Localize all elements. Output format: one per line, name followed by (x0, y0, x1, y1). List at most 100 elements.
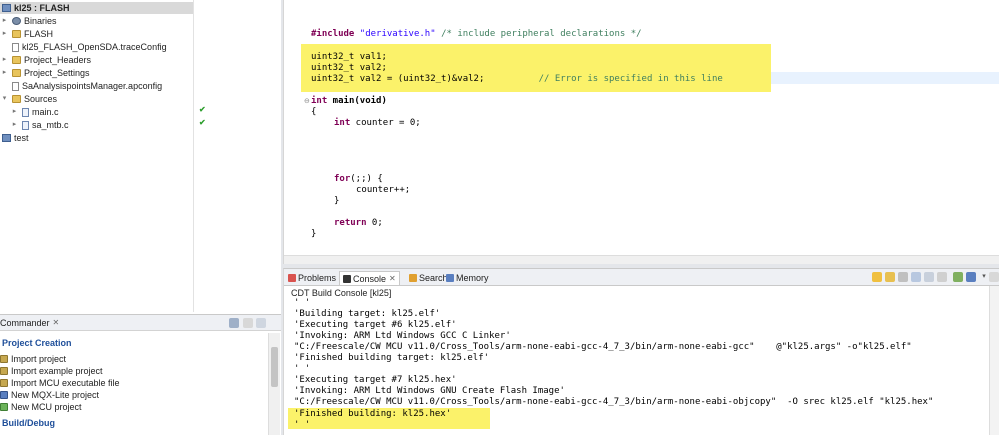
fold-toggle-icon[interactable]: ⊖ (304, 97, 310, 105)
folder-icon (12, 95, 21, 103)
code-line-main[interactable]: int main(void) (311, 95, 387, 107)
display-console-icon[interactable] (953, 272, 963, 282)
chevron-down-icon[interactable]: ▾ (0, 93, 9, 105)
commander-tool-icon[interactable] (229, 318, 239, 328)
tree-item-project-headers[interactable]: ▸ Project_Headers (0, 54, 91, 66)
tree-item-test[interactable]: test (0, 132, 29, 144)
tab-console[interactable]: Console ✕ (339, 271, 400, 285)
tree-item-sources[interactable]: ▾ Sources (0, 93, 57, 105)
tree-item-label: main.c (32, 107, 59, 117)
chevron-right-icon[interactable]: ▸ (0, 28, 9, 40)
minimize-icon[interactable] (989, 272, 999, 282)
console-line: ' ' (294, 364, 311, 374)
console-icon (343, 274, 351, 283)
commander-vertical-scrollbar[interactable] (268, 333, 280, 435)
tree-item-label: kl25_FLASH_OpenSDA.traceConfig (22, 42, 167, 52)
console-tabbar: Problems Console ✕ Search Memory ▾ (284, 269, 999, 286)
chevron-right-icon[interactable]: ▸ (0, 15, 9, 27)
code-line-include[interactable]: #include "derivative.h" /* include perip… (311, 28, 642, 40)
code-line-counter[interactable]: int counter = 0; (334, 117, 421, 129)
new-project-icon (0, 391, 8, 399)
word-wrap-icon[interactable] (924, 272, 934, 282)
folder-icon (12, 56, 21, 64)
section-project-creation[interactable]: Project Creation (2, 337, 72, 349)
open-console-icon[interactable] (966, 272, 976, 282)
code-line-close-brace[interactable]: } (311, 228, 316, 240)
console-vertical-scrollbar[interactable] (989, 286, 999, 435)
commander-view: Commander ✕ Project Creation Import proj… (0, 314, 281, 435)
tree-item-sa-mtb-c[interactable]: ▸ sa_mtb.c (0, 119, 69, 131)
console-line: 'Executing target #7 kl25.hex' (294, 375, 457, 385)
terminate-icon[interactable] (872, 272, 882, 282)
console-line: 'Invoking: ARM Ltd Windows GCC C Linker' (294, 331, 511, 341)
remove-launch-icon[interactable] (885, 272, 895, 282)
console-line: 'Finished building target: kl25.elf' (294, 353, 490, 363)
console-line: 'Finished building: kl25.hex' (294, 409, 452, 419)
scroll-lock-icon[interactable] (911, 272, 921, 282)
tree-item-traceconfig[interactable]: kl25_FLASH_OpenSDA.traceConfig (0, 41, 167, 53)
maximize-icon[interactable] (256, 318, 266, 328)
project-icon (2, 4, 11, 12)
tree-item-apconfig[interactable]: SaAnalysispointsManager.apconfig (0, 80, 162, 92)
console-view: Problems Console ✕ Search Memory ▾ CDT B… (283, 268, 999, 435)
section-build-debug[interactable]: Build/Debug (2, 417, 55, 429)
checkmark-icon: ✔ (199, 118, 206, 127)
tree-item-label: Project_Settings (24, 68, 90, 78)
tab-memory[interactable]: Memory (446, 271, 489, 285)
view-menu-icon[interactable]: ▾ (979, 272, 989, 282)
import-icon (0, 379, 8, 387)
console-line: 'Invoking: ARM Ltd Windows GNU Create Fl… (294, 386, 565, 396)
code-line-open-brace[interactable]: { (311, 106, 316, 118)
chevron-right-icon[interactable]: ▸ (10, 119, 19, 131)
console-line: ' ' (294, 298, 311, 308)
file-icon (12, 42, 19, 52)
explorer-tree: kl25 : FLASH ▸ Binaries ▸ FLASH kl25_FLA… (0, 0, 281, 312)
c-file-icon (22, 120, 29, 130)
import-project-link[interactable]: Import project (0, 353, 66, 365)
checkmark-icon: ✔ (199, 105, 206, 114)
scrollbar-thumb[interactable] (271, 347, 278, 387)
search-icon (409, 274, 417, 282)
console-line: 'Executing target #6 kl25.elf' (294, 320, 457, 330)
file-icon (12, 81, 19, 91)
editor-horizontal-scrollbar[interactable] (284, 255, 999, 264)
project-icon (2, 134, 11, 142)
tree-item-label: sa_mtb.c (32, 120, 69, 130)
chevron-right-icon[interactable]: ▸ (10, 106, 19, 118)
clear-console-icon[interactable] (898, 272, 908, 282)
memory-icon (446, 274, 454, 282)
tab-problems[interactable]: Problems (288, 271, 336, 285)
import-mcu-executable-link[interactable]: Import MCU executable file (0, 377, 120, 389)
console-line: "C:/Freescale/CW MCU v11.0/Cross_Tools/a… (294, 342, 912, 352)
project-explorer: kl25 : FLASH ▸ Binaries ▸ FLASH kl25_FLA… (0, 0, 281, 312)
code-line-inner-close[interactable]: } (334, 195, 339, 207)
code-line-return[interactable]: return 0; (334, 217, 383, 229)
new-project-icon (0, 403, 8, 411)
commander-tabbar: Commander ✕ (0, 315, 281, 331)
tab-search[interactable]: Search (409, 271, 448, 285)
close-icon[interactable]: ✕ (389, 272, 396, 286)
current-line-highlight (771, 72, 999, 84)
tab-commander[interactable]: Commander ✕ (0, 317, 59, 329)
problems-icon (288, 274, 296, 282)
tree-item-label: Sources (24, 94, 58, 104)
chevron-right-icon[interactable]: ▸ (0, 54, 9, 66)
tree-item-main-c[interactable]: ▸ main.c (0, 106, 59, 118)
new-mqx-lite-project-link[interactable]: New MQX-Lite project (0, 389, 99, 401)
import-example-project-link[interactable]: Import example project (0, 365, 103, 377)
new-mcu-project-link[interactable]: New MCU project (0, 401, 82, 413)
close-icon[interactable]: ✕ (53, 317, 60, 329)
tree-item-project-settings[interactable]: ▸ Project_Settings (0, 67, 90, 79)
tree-item-binaries[interactable]: ▸ Binaries (0, 15, 57, 27)
tree-item-label: FLASH (24, 29, 54, 39)
pin-console-icon[interactable] (937, 272, 947, 282)
code-editor[interactable]: #include "derivative.h" /* include perip… (283, 0, 999, 264)
chevron-right-icon[interactable]: ▸ (0, 67, 9, 79)
explorer-state-column: ✔ ✔ (193, 0, 281, 312)
minimize-icon[interactable] (243, 318, 253, 328)
tree-item-flash[interactable]: ▸ FLASH (0, 28, 53, 40)
tree-item-label: kl25 : FLASH (14, 3, 70, 13)
console-line: 'Building target: kl25.elf' (294, 309, 441, 319)
code-line-counter-inc[interactable]: counter++; (356, 184, 410, 196)
code-line-decl3[interactable]: uint32_t val2 = (uint32_t)&val2; // Erro… (311, 73, 723, 85)
